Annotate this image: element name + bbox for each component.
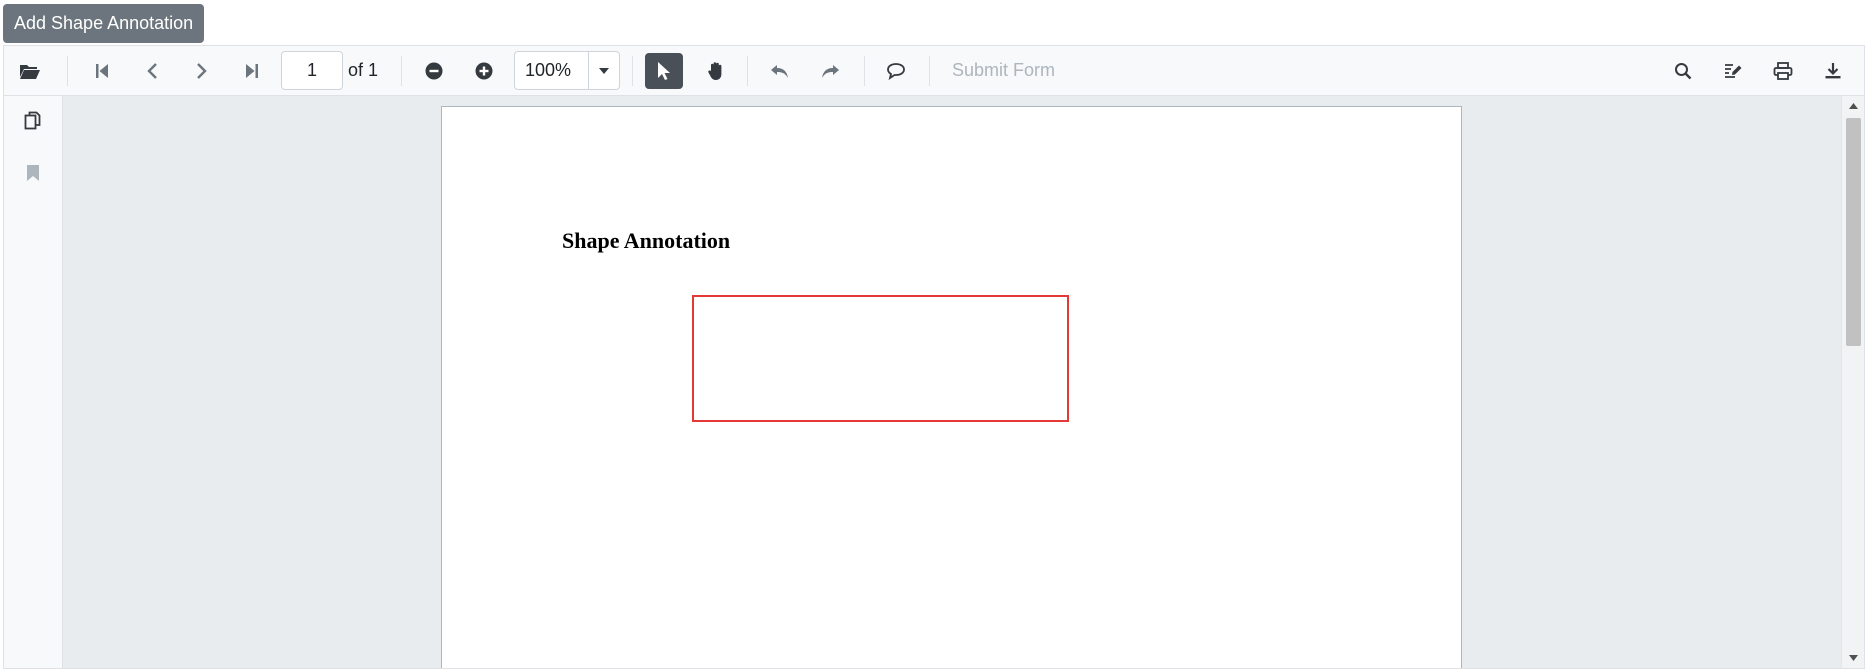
search-button[interactable] (1665, 55, 1701, 87)
scroll-up-icon (1848, 103, 1858, 109)
bookmark-icon (27, 165, 39, 181)
vertical-scrollbar[interactable] (1841, 96, 1864, 668)
page-thumbnails-icon (24, 111, 41, 130)
selection-pointer-icon (658, 62, 670, 80)
document-heading: Shape Annotation (562, 228, 731, 253)
print-icon (1773, 62, 1793, 80)
navigation-sidebar (4, 96, 63, 668)
pdf-viewer: of 1 100% (3, 45, 1865, 669)
scroll-down-button[interactable] (1842, 650, 1864, 666)
zoom-out-icon (425, 62, 443, 80)
scroll-thumb[interactable] (1846, 118, 1861, 346)
first-page-button[interactable] (84, 55, 120, 87)
last-page-icon (246, 64, 258, 78)
page-count-label: of 1 (348, 60, 379, 80)
annotation-edit-button[interactable] (1715, 55, 1751, 87)
print-button[interactable] (1765, 55, 1801, 87)
toolbar-separator (864, 56, 865, 86)
text-selection-button[interactable] (645, 53, 683, 89)
redo-icon (822, 65, 839, 78)
download-icon (1825, 63, 1841, 79)
comment-icon (887, 63, 905, 80)
rectangle-shape-annotation[interactable] (692, 295, 1069, 422)
zoom-in-button[interactable] (466, 55, 502, 87)
last-page-button[interactable] (234, 55, 270, 87)
pan-hand-icon (708, 62, 722, 80)
toolbar-separator (929, 56, 930, 86)
zoom-in-icon (475, 62, 493, 80)
add-shape-annotation-button[interactable]: Add Shape Annotation (3, 4, 205, 43)
undo-icon (771, 65, 788, 78)
zoom-value[interactable]: 100% (515, 52, 589, 89)
undo-button[interactable] (762, 55, 798, 87)
page-number-input[interactable] (281, 51, 343, 90)
scroll-up-button[interactable] (1842, 98, 1864, 114)
zoom-dropdown-toggle[interactable] (589, 52, 619, 89)
next-page-button[interactable] (184, 55, 220, 87)
previous-page-button[interactable] (134, 55, 170, 87)
dropdown-caret-icon (599, 67, 609, 74)
toolbar-separator (632, 56, 633, 86)
toolbar-separator (401, 56, 402, 86)
bookmarks-button[interactable] (16, 156, 50, 190)
first-page-icon (96, 64, 108, 78)
scroll-down-icon (1848, 655, 1858, 661)
pan-mode-button[interactable] (698, 55, 734, 87)
download-button[interactable] (1815, 55, 1851, 87)
next-page-icon (197, 63, 207, 79)
open-folder-icon (20, 65, 40, 79)
pdf-page[interactable]: Shape Annotation (441, 106, 1462, 668)
page-thumbnails-button[interactable] (16, 104, 50, 138)
zoom-dropdown[interactable]: 100% (514, 51, 620, 90)
search-icon (1675, 63, 1692, 80)
submit-form-button[interactable]: Submit Form (952, 60, 1055, 81)
document-viewport[interactable]: Shape Annotation (63, 96, 1841, 668)
previous-page-icon (147, 63, 157, 79)
viewer-toolbar: of 1 100% (4, 46, 1864, 96)
toolbar-separator (747, 56, 748, 86)
annotation-edit-icon (1725, 64, 1742, 78)
redo-button[interactable] (812, 55, 848, 87)
zoom-out-button[interactable] (416, 55, 452, 87)
open-file-button[interactable] (12, 55, 48, 87)
comment-panel-button[interactable] (878, 55, 914, 87)
toolbar-separator (67, 56, 68, 86)
